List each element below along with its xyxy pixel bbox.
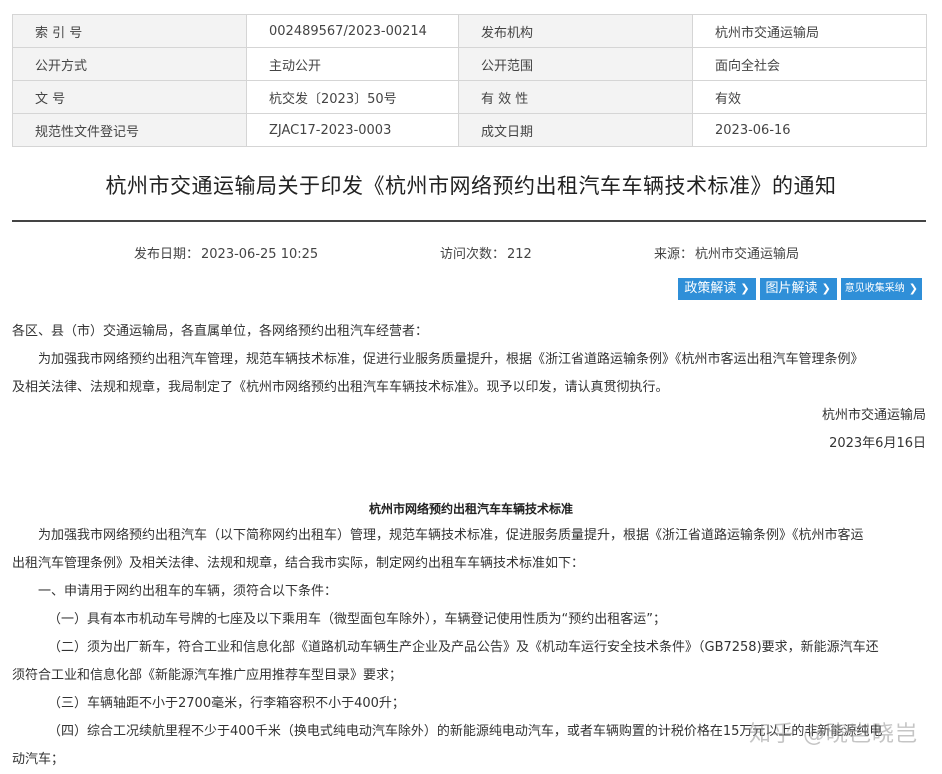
source-label: 来源： bbox=[654, 247, 694, 262]
standard-line: 一、申请用于网约出租车的车辆，须符合以下条件： bbox=[38, 584, 338, 599]
chevron-right-icon: ❯ bbox=[821, 282, 831, 295]
policy-interpretation-label: 政策解读 bbox=[684, 281, 737, 296]
standard-line: 出租汽车管理条例》及相关法律、法规和规章，结合我市实际，制定网约出租车车辆技术标… bbox=[12, 556, 585, 571]
visit-count-info: 访问次数： 212 bbox=[440, 243, 532, 262]
metadata-row: 文 号杭交发〔2023〕50号有 效 性有效 bbox=[12, 80, 927, 114]
metadata-key: 发布机构 bbox=[458, 14, 693, 48]
title-divider bbox=[12, 220, 926, 222]
chevron-right-icon: ❯ bbox=[908, 282, 918, 295]
notice-paragraph-line: 为加强我市网络预约出租汽车管理，规范车辆技术标准，促进行业服务质量提升，根据《浙… bbox=[38, 352, 864, 367]
image-interpretation-label: 图片解读 bbox=[765, 281, 818, 296]
metadata-row: 索 引 号 002489567/2023-00214 发布机构 杭州市交通运输局 bbox=[12, 14, 927, 48]
metadata-value: 杭州市交通运输局 bbox=[692, 14, 927, 48]
standard-line: （一）具有本市机动车号牌的七座及以下乘用车（微型面包车除外），车辆登记使用性质为… bbox=[48, 612, 666, 627]
metadata-key: 成文日期 bbox=[458, 113, 693, 147]
metadata-key: 规范性文件登记号 bbox=[12, 113, 247, 147]
metadata-value: 002489567/2023-00214 bbox=[246, 14, 459, 48]
publish-date-info: 发布日期： 2023-06-25 10:25 bbox=[134, 243, 318, 262]
source-info: 来源： 杭州市交通运输局 bbox=[654, 243, 799, 262]
interpretation-buttons: 政策解读 ❯ 图片解读 ❯ 意见收集采纳 ❯ bbox=[678, 278, 922, 300]
visit-count-label: 访问次数： bbox=[440, 247, 506, 262]
feedback-adoption-label: 意见收集采纳 bbox=[844, 283, 905, 294]
standard-line: （三）车辆轴距不小于2700毫米，行李箱容积不小于400升； bbox=[48, 696, 405, 711]
salutation: 各区、县（市）交通运输局，各直属单位，各网络预约出租汽车经营者： bbox=[12, 324, 429, 339]
source-value: 杭州市交通运输局 bbox=[695, 247, 800, 262]
chevron-right-icon: ❯ bbox=[740, 282, 750, 295]
signature: 杭州市交通运输局 bbox=[821, 408, 926, 423]
standard-line: （二）须为出厂新车，符合工业和信息化部《道路机动车辆生产企业及产品公告》及《机动… bbox=[48, 640, 879, 655]
metadata-row: 公开方式 主动公开 公开范围 面向全社会 bbox=[12, 47, 927, 81]
standard-title: 杭州市网络预约出租汽车车辆技术标准 bbox=[368, 502, 573, 516]
standard-line: 须符合工业和信息化部《新能源汽车推广应用推荐车型目录》要求； bbox=[12, 668, 403, 683]
notice-paragraph-line: 及相关法律、法规和规章，我局制定了《杭州市网络预约出租汽车车辆技术标准》。现予以… bbox=[12, 380, 669, 395]
metadata-value: 2023-06-16 bbox=[692, 113, 927, 147]
metadata-key: 有 效 性 bbox=[458, 80, 693, 114]
standard-line: 为加强我市网络预约出租汽车（以下简称网约出租车）管理，规范车辆技术标准，促进服务… bbox=[38, 528, 864, 543]
publish-date-value: 2023-06-25 10:25 bbox=[201, 247, 319, 262]
image-interpretation-button[interactable]: 图片解读 ❯ bbox=[759, 278, 837, 300]
metadata-key: 索 引 号 bbox=[12, 14, 247, 48]
metadata-key: 文 号 bbox=[12, 80, 247, 114]
metadata-value: 主动公开 bbox=[246, 47, 459, 81]
metadata-value: 面向全社会 bbox=[692, 47, 927, 81]
metadata-value: 杭交发〔2023〕50号 bbox=[246, 80, 459, 114]
watermark: 知乎 @晓岂晓岂 bbox=[749, 722, 918, 747]
metadata-value: 有效 bbox=[692, 80, 927, 114]
visit-count-value: 212 bbox=[507, 247, 532, 262]
signature-date: 2023年6月16日 bbox=[829, 436, 926, 451]
metadata-value: ZJAC17-2023-0003 bbox=[246, 113, 459, 147]
metadata-key: 公开范围 bbox=[458, 47, 693, 81]
metadata-table: 索 引 号 002489567/2023-00214 发布机构 杭州市交通运输局 公开方… bbox=[12, 14, 927, 147]
publish-date-label: 发布日期： bbox=[134, 247, 200, 262]
notice-body: 各区、县（市）交通运输局，各直属单位，各网络预约出租汽车经营者： 为加强我市网络… bbox=[12, 318, 926, 458]
metadata-row: 规范性文件登记号 ZJAC17-2023-0003 成文日期 2023-06-16 bbox=[12, 113, 927, 147]
feedback-adoption-button[interactable]: 意见收集采纳 ❯ bbox=[840, 278, 922, 300]
metadata-key: 公开方式 bbox=[12, 47, 247, 81]
policy-interpretation-button[interactable]: 政策解读 ❯ bbox=[678, 278, 756, 300]
standard-line: 动汽车； bbox=[12, 752, 65, 767]
page-title: 杭州市交通运输局关于印发《杭州市网络预约出租汽车车辆技术标准》的通知 bbox=[105, 174, 837, 198]
